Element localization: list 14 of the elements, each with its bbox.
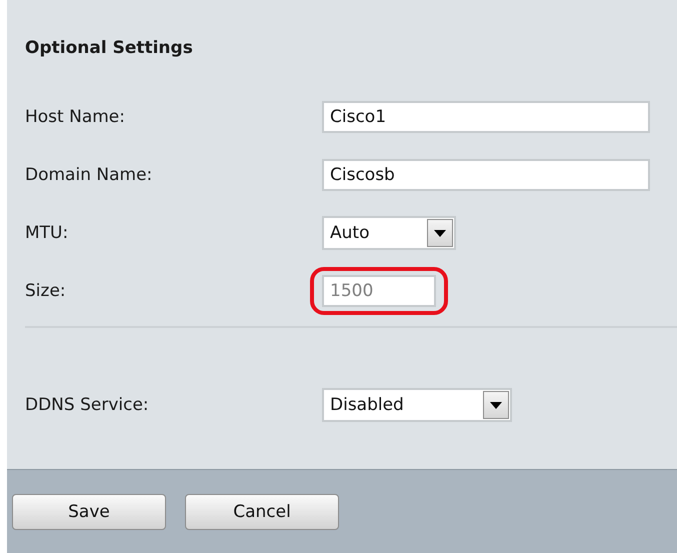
save-button[interactable]: Save xyxy=(12,494,166,530)
field-label: DDNS Service: xyxy=(25,395,150,415)
cancel-button[interactable]: Cancel xyxy=(185,494,339,530)
dropdown[interactable]: Auto xyxy=(322,216,456,250)
dropdown[interactable]: Disabled xyxy=(322,388,512,422)
caret-icon xyxy=(427,219,453,247)
field-label: Host Name: xyxy=(25,107,126,127)
input-field[interactable]: Cisco1 xyxy=(322,101,650,133)
section-title: Optional Settings xyxy=(25,38,194,58)
input-field[interactable]: Ciscosb xyxy=(322,159,650,191)
field-label: Size: xyxy=(25,281,67,301)
caret-icon xyxy=(483,391,509,419)
field-label: MTU: xyxy=(25,223,70,243)
field-label: Domain Name: xyxy=(25,165,154,185)
